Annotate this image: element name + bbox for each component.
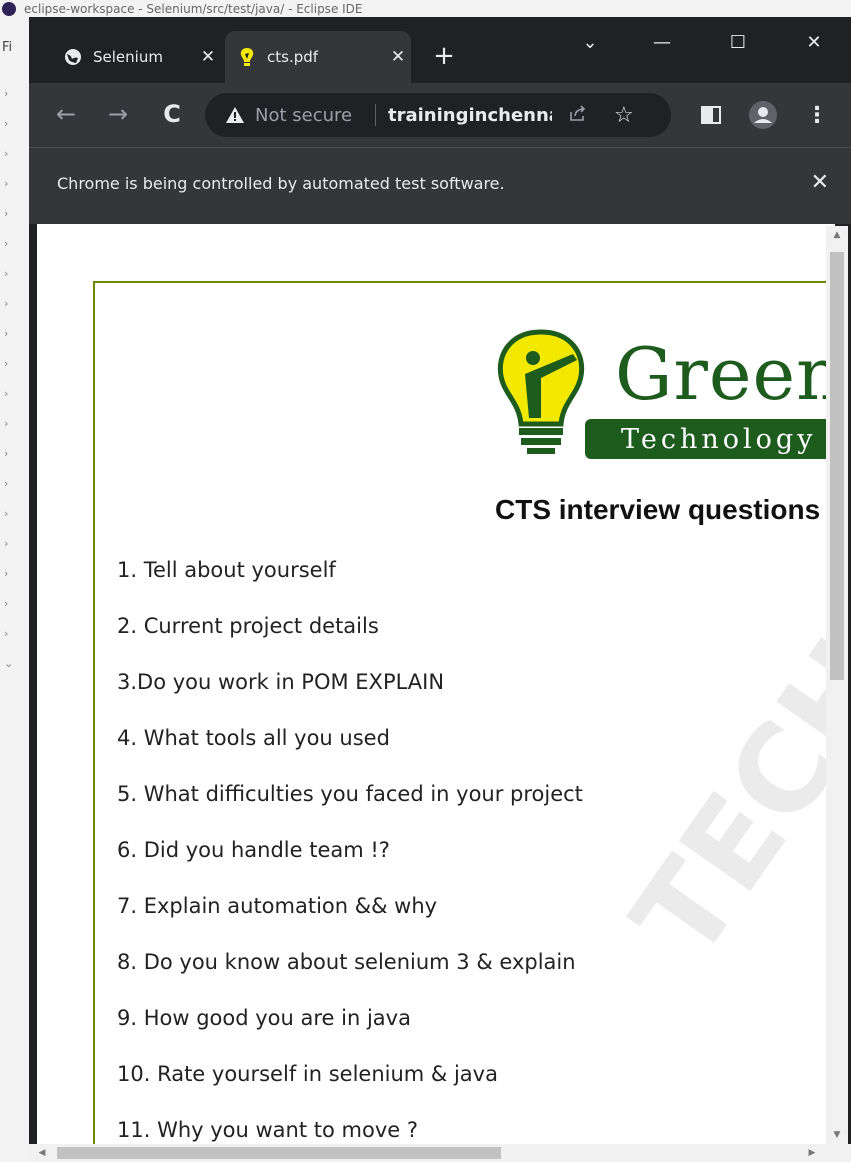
tree-expand-icon[interactable]: ›	[4, 568, 14, 580]
tree-expand-icon[interactable]: ›	[4, 628, 14, 640]
tab-search-dropdown-button[interactable]: ⌄	[567, 23, 613, 63]
tree-expand-icon[interactable]: ›	[4, 268, 14, 280]
tree-expand-icon[interactable]: ›	[4, 118, 14, 130]
tree-expand-icon[interactable]: ›	[4, 448, 14, 460]
scroll-right-arrow-icon[interactable]: ▶	[803, 1144, 821, 1162]
automation-infobar: Chrome is being controlled by automated …	[29, 147, 851, 224]
bookmark-star-icon[interactable]: ☆	[614, 103, 638, 128]
tree-expand-icon[interactable]: ›	[4, 178, 14, 190]
scroll-up-arrow-icon[interactable]: ▲	[826, 226, 848, 244]
tree-expand-icon[interactable]: ›	[4, 238, 14, 250]
tab-label: Selenium	[93, 48, 163, 66]
back-button[interactable]: ←	[51, 99, 81, 129]
tree-expand-icon[interactable]: ›	[4, 508, 14, 520]
question-item: 3.Do you work in POM EXPLAIN	[117, 670, 445, 694]
new-tab-button[interactable]: +	[429, 41, 459, 71]
logo-text: Greens	[615, 332, 835, 416]
tab-strip: Selenium ✕ cts.pdf ✕ + ⌄ — ☐ ✕	[29, 17, 851, 83]
lightbulb-logo-icon	[497, 329, 585, 454]
tree-expand-icon[interactable]: ›	[4, 418, 14, 430]
infobar-close-button[interactable]: ✕	[811, 170, 829, 195]
greens-favicon-icon	[237, 47, 257, 67]
horizontal-scroll-thumb[interactable]	[57, 1147, 501, 1159]
side-panel-icon[interactable]	[695, 99, 727, 131]
horizontal-scrollbar[interactable]: ◀ ▶	[29, 1144, 851, 1162]
url-text[interactable]: traininginchennai.co.in	[388, 105, 552, 126]
ide-title: eclipse-workspace - Selenium/src/test/ja…	[24, 2, 363, 16]
scroll-down-arrow-icon[interactable]: ▼	[826, 1126, 848, 1144]
question-item: 2. Current project details	[117, 614, 379, 638]
profile-avatar-icon[interactable]	[747, 99, 779, 131]
tree-expand-icon[interactable]: ›	[4, 298, 14, 310]
tree-expand-icon[interactable]: ›	[4, 478, 14, 490]
question-item: 5. What difficulties you faced in your p…	[117, 782, 583, 806]
question-item: 10. Rate yourself in selenium & java	[117, 1062, 498, 1086]
document-title: CTS interview questions	[495, 494, 821, 525]
share-icon[interactable]	[568, 103, 592, 128]
question-item: 9. How good you are in java	[117, 1006, 411, 1030]
chrome-window: Selenium ✕ cts.pdf ✕ + ⌄ — ☐ ✕ ← → C Not…	[29, 17, 851, 1162]
question-item: 6. Did you handle team !?	[117, 838, 390, 862]
tab-selenium[interactable]: Selenium ✕	[51, 31, 221, 83]
browser-toolbar: ← → C Not secure traininginchennai.co.in…	[29, 83, 851, 147]
tree-expand-icon[interactable]: ›	[4, 598, 14, 610]
tree-expand-icon[interactable]: ›	[4, 358, 14, 370]
pdf-viewer[interactable]: Greens Technology CTS interview question…	[37, 224, 835, 1144]
close-window-button[interactable]: ✕	[791, 23, 837, 63]
address-bar[interactable]: Not secure traininginchennai.co.in ☆	[205, 93, 671, 137]
question-item: 1. Tell about yourself	[117, 558, 336, 582]
question-item: 7. Explain automation && why	[117, 894, 438, 918]
minimize-button[interactable]: —	[639, 23, 685, 63]
infobar-text: Chrome is being controlled by automated …	[57, 174, 505, 193]
ide-menu-fragment[interactable]: Fi	[0, 40, 32, 55]
omnibox-separator	[375, 104, 376, 126]
ide-tree-gutter: › › › › › › › › › › › › › › › › › › › ⌄	[0, 70, 30, 1162]
scroll-left-arrow-icon[interactable]: ◀	[33, 1144, 51, 1162]
globe-icon	[63, 47, 83, 67]
maximize-button[interactable]: ☐	[715, 23, 761, 63]
tab-label: cts.pdf	[267, 48, 319, 66]
reload-button[interactable]: C	[157, 99, 187, 129]
question-item: 11. Why you want to move ?	[117, 1118, 419, 1142]
question-list: 1. Tell about yourself 2. Current projec…	[117, 554, 583, 1144]
tree-expand-icon[interactable]: ›	[4, 328, 14, 340]
tree-collapse-icon[interactable]: ⌄	[4, 658, 14, 670]
eclipse-logo-icon	[2, 2, 16, 16]
vertical-scrollbar[interactable]: ▲ ▼	[826, 226, 848, 1144]
logo-subtext: Technology	[621, 424, 817, 455]
tree-expand-icon[interactable]: ›	[4, 388, 14, 400]
tab-cts-pdf[interactable]: cts.pdf ✕	[225, 31, 411, 83]
question-item: 8. Do you know about selenium 3 & explai…	[117, 950, 576, 974]
tree-expand-icon[interactable]: ›	[4, 208, 14, 220]
tree-expand-icon[interactable]: ›	[4, 538, 14, 550]
warning-icon[interactable]	[225, 105, 245, 125]
security-label[interactable]: Not secure	[255, 105, 363, 126]
tab-close-icon[interactable]: ✕	[195, 47, 221, 67]
vertical-scroll-thumb[interactable]	[830, 252, 844, 680]
forward-button[interactable]: →	[103, 99, 133, 129]
tree-expand-icon[interactable]: ›	[4, 148, 14, 160]
question-item: 4. What tools all you used	[117, 726, 390, 750]
tree-expand-icon[interactable]: ›	[4, 88, 14, 100]
ide-title-bar: eclipse-workspace - Selenium/src/test/ja…	[0, 0, 851, 18]
tab-close-icon[interactable]: ✕	[385, 47, 411, 67]
more-menu-icon[interactable]: ⋮	[801, 99, 833, 131]
